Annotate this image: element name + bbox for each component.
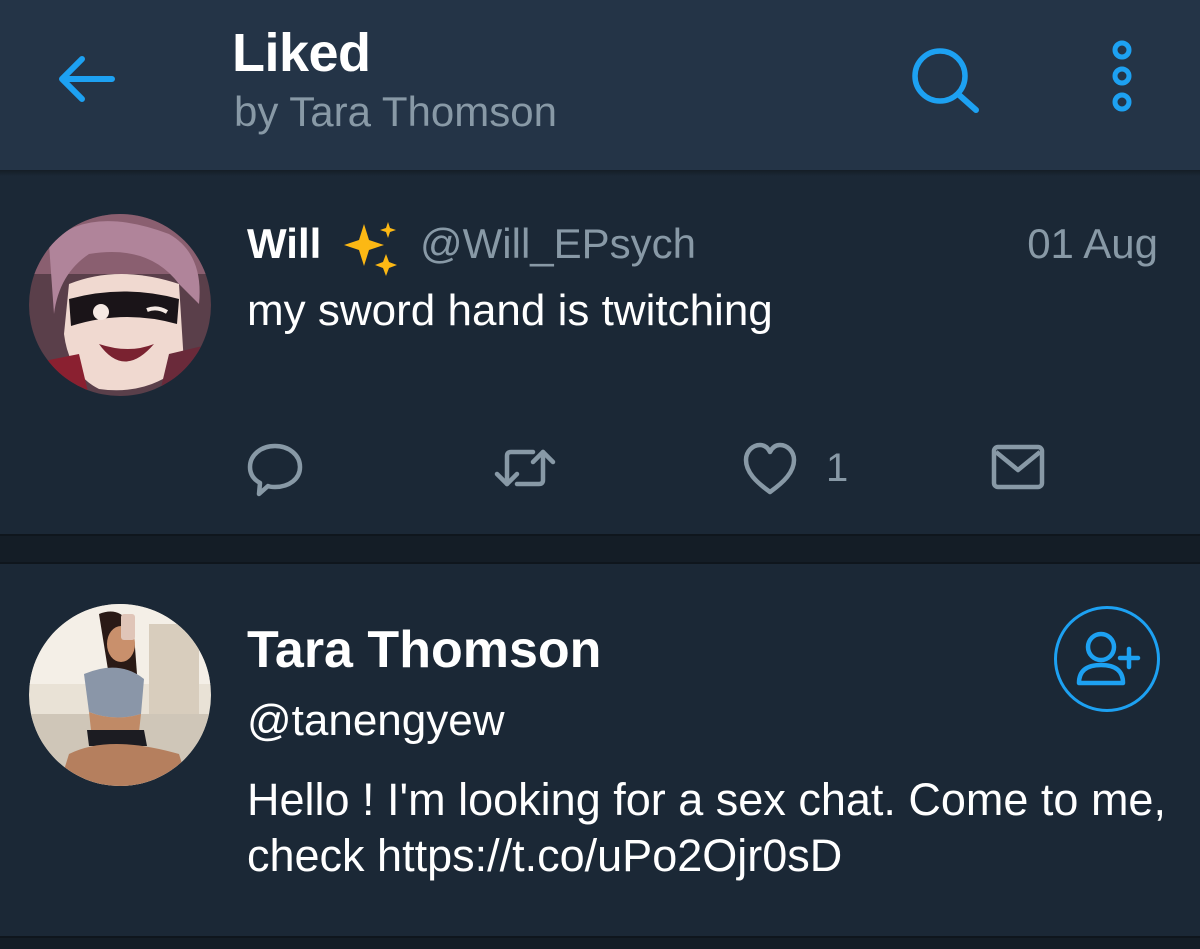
tweet-text: my sword hand is twitching xyxy=(247,286,773,335)
add-user-icon xyxy=(1076,631,1141,686)
reply-icon xyxy=(247,443,303,497)
like-count: 1 xyxy=(826,446,849,490)
retweet-icon xyxy=(494,449,556,487)
more-options-button[interactable] xyxy=(1098,38,1146,118)
avatar[interactable] xyxy=(29,214,211,396)
author-handle[interactable]: @Will_EPsych xyxy=(420,220,696,268)
author-handle[interactable]: @tanengyew xyxy=(247,696,505,746)
section-divider xyxy=(0,534,1200,564)
page-title: Liked xyxy=(232,23,371,83)
search-icon xyxy=(912,48,979,113)
user-card[interactable]: Tara Thomson @tanengyew Hello ! I'm look… xyxy=(0,564,1200,936)
direct-message-button[interactable] xyxy=(990,438,1046,498)
more-vertical-icon xyxy=(1112,40,1132,112)
sparkles-icon xyxy=(344,222,397,276)
app-bar: Liked by Tara Thomson xyxy=(0,0,1200,170)
tweet-date: 01 Aug xyxy=(1027,220,1158,267)
tweet-card[interactable]: Will @Will_EPsych 01 Aug my sword hand i… xyxy=(0,176,1200,534)
avatar[interactable] xyxy=(29,604,211,786)
arrow-left-icon xyxy=(59,56,115,102)
section-divider xyxy=(0,936,1200,949)
envelope-icon xyxy=(991,444,1045,490)
like-button[interactable] xyxy=(742,438,798,498)
back-button[interactable] xyxy=(50,45,120,109)
page-subtitle: by Tara Thomson xyxy=(234,88,557,135)
author-name[interactable]: Will xyxy=(247,220,321,268)
retweet-button[interactable] xyxy=(493,438,557,498)
search-button[interactable] xyxy=(904,42,988,114)
bio-text: Hello ! I'm looking for a sex chat. Come… xyxy=(247,774,1166,881)
reply-button[interactable] xyxy=(245,438,305,498)
follow-button[interactable] xyxy=(1054,606,1160,712)
heart-icon xyxy=(743,442,797,495)
author-name[interactable]: Tara Thomson xyxy=(247,620,601,680)
